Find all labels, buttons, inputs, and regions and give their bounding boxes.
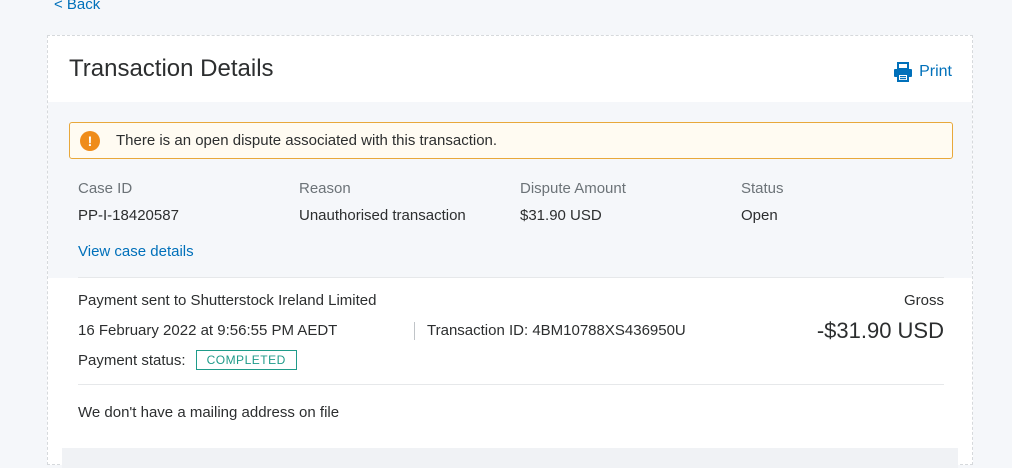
printer-icon	[893, 62, 913, 82]
print-label: Print	[919, 63, 952, 80]
payment-description: Payment sent to Shutterstock Ireland Lim…	[78, 292, 377, 309]
case-id-value: PP-I-18420587	[78, 207, 179, 224]
dispute-info-grid: Case ID PP-I-18420587 Reason Unauthorise…	[78, 180, 978, 224]
dispute-case-id: Case ID PP-I-18420587	[78, 180, 299, 224]
divider	[78, 277, 944, 278]
divider	[78, 384, 944, 385]
transaction-details-card: Transaction Details Print ! There is an …	[47, 35, 973, 468]
alert-text: There is an open dispute associated with…	[116, 132, 498, 149]
payment-status: Payment status: COMPLETED	[78, 350, 297, 370]
section-band	[62, 448, 958, 468]
dispute-reason: Reason Unauthorised transaction	[299, 180, 520, 224]
view-case-details-link[interactable]: View case details	[78, 243, 194, 260]
status-value: Open	[741, 207, 778, 224]
payment-status-label: Payment status:	[78, 351, 186, 369]
page-title: Transaction Details	[69, 55, 274, 82]
dispute-status: Status Open	[741, 180, 962, 224]
status-badge: COMPLETED	[195, 350, 297, 370]
case-id-label: Case ID	[78, 180, 133, 197]
dispute-amount-value: $31.90 USD	[520, 207, 602, 224]
dispute-section: ! There is an open dispute associated wi…	[48, 102, 972, 278]
reason-label: Reason	[299, 180, 351, 197]
back-link[interactable]: < Back	[54, 0, 100, 13]
gross-amount: -$31.90 USD	[816, 318, 944, 343]
gross-label: Gross	[903, 292, 944, 309]
reason-value: Unauthorised transaction	[299, 207, 466, 224]
exclamation-icon: !	[80, 130, 100, 151]
card-header: Transaction Details Print	[48, 36, 972, 103]
dispute-alert: ! There is an open dispute associated wi…	[69, 122, 953, 159]
transaction-id: Transaction ID: 4BM10788XS436950U	[414, 322, 686, 340]
payment-date: 16 February 2022 at 9:56:55 PM AEDT	[78, 322, 338, 339]
dispute-amount-label: Dispute Amount	[520, 180, 626, 197]
status-label: Status	[741, 180, 784, 197]
dispute-amount: Dispute Amount $31.90 USD	[520, 180, 741, 224]
print-button[interactable]: Print	[893, 62, 952, 82]
mailing-address-text: We don't have a mailing address on file	[78, 404, 340, 421]
